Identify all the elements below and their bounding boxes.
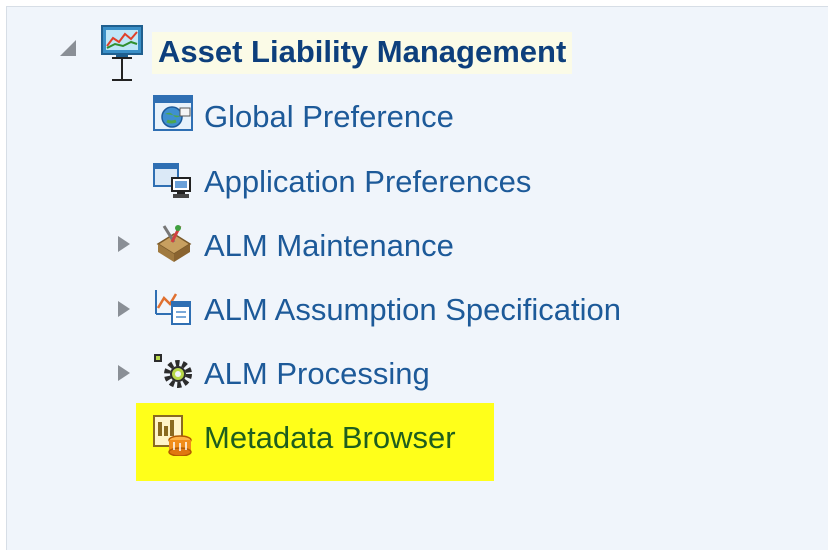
- chart-document-icon: [155, 290, 191, 325]
- tools-maintenance-icon: [156, 225, 192, 262]
- alm-monitor-chart-icon: [101, 25, 143, 81]
- collapsed-triangle-icon[interactable]: [114, 363, 134, 383]
- tree-item-application-preferences[interactable]: Application Preferences: [204, 164, 531, 200]
- tree-item-alm-maintenance[interactable]: ALM Maintenance: [204, 228, 454, 264]
- globe-window-icon: [153, 95, 193, 131]
- tree-item-alm-processing[interactable]: ALM Processing: [204, 356, 430, 392]
- tree-item-global-preference[interactable]: Global Preference: [204, 99, 454, 135]
- tree-item-alm-assumption-specification[interactable]: ALM Assumption Specification: [204, 292, 621, 328]
- collapsed-triangle-icon[interactable]: [114, 234, 134, 254]
- expanded-triangle-icon[interactable]: [58, 38, 78, 58]
- windows-computer-icon: [153, 163, 191, 198]
- tree-item-metadata-browser[interactable]: Metadata Browser: [204, 420, 456, 456]
- collapsed-triangle-icon[interactable]: [114, 299, 134, 319]
- gear-process-icon: [154, 354, 192, 388]
- tree-root-asset-liability-management[interactable]: Asset Liability Management: [152, 32, 573, 74]
- database-report-icon: [153, 415, 192, 456]
